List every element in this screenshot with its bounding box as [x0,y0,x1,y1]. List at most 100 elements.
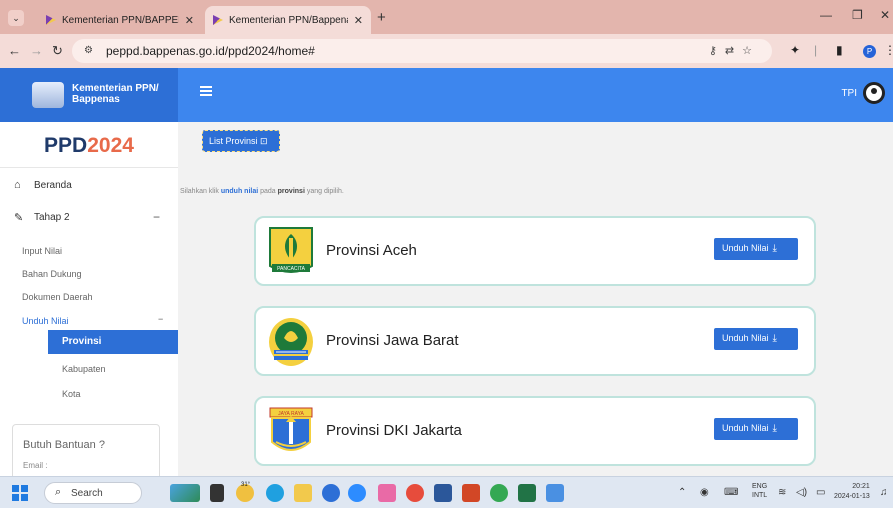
browser-tab-2[interactable]: Kementerian PPN/Bappenas : P ✕ [205,6,371,34]
jawa-barat-emblem-icon [269,318,313,366]
app-header: Kementerian PPN/ Bappenas TPI [0,68,893,122]
sidebar-title: PPD2024 [0,122,178,168]
profile-avatar[interactable]: P [863,45,876,58]
taskbar-search-label: Search [71,488,103,499]
province-card-aceh: PANCACITA Provinsi Aceh Unduh Nilai ⤓ [254,216,816,286]
title-prefix: PPD [44,134,88,157]
sidebar-sub-input-nilai[interactable]: Input Nilai [22,246,62,256]
url-text[interactable]: peppd.bappenas.go.id/ppd2024/home# [106,44,315,58]
sidebar-item-tahap2[interactable]: ✎ Tahap 2 − [0,206,178,231]
close-tab-icon[interactable]: ✕ [354,14,363,27]
browser-toolbar: ← → ↻ ⚙ peppd.bappenas.go.id/ppd2024/hom… [0,34,893,68]
wifi-icon[interactable]: ≋ [778,487,786,498]
tab-search-menu-icon[interactable]: ⌄ [8,10,24,26]
word-icon[interactable] [434,484,452,502]
collapse-icon[interactable]: − [158,314,163,324]
excel-icon[interactable] [518,484,536,502]
hamburger-menu-icon[interactable] [200,86,212,96]
taskbar-search[interactable]: ⌕ Search [44,482,142,504]
site-info-icon[interactable]: ⚙ [84,45,93,56]
sidebar-sub-unduh-nilai[interactable]: Unduh Nilai [22,316,69,326]
reload-icon[interactable]: ↻ [52,43,63,59]
clock-date: 2024-01-13 [834,493,870,500]
browser-menu-icon[interactable]: ⋮ [884,43,893,57]
app-icon[interactable] [322,484,340,502]
omnibox-actions[interactable]: ⚷⇄☆ [709,44,760,57]
minimize-icon[interactable]: — [820,8,832,22]
user-label[interactable]: TPI [841,88,857,99]
keyboard-icon[interactable]: ⌨ [724,487,738,498]
extensions-icon[interactable]: ✦ [790,43,800,57]
language-indicator[interactable]: ENG INTL [752,482,767,500]
close-window-icon[interactable]: ✕ [880,8,890,22]
file-explorer-icon[interactable] [294,484,312,502]
brand-area[interactable]: Kementerian PPN/ Bappenas [0,68,178,122]
zoom-icon[interactable] [348,484,366,502]
side-panel-icon[interactable]: ▮ [836,43,843,57]
list-icon: ⊡ [260,136,268,146]
province-name: Provinsi Aceh [326,242,417,259]
list-provinsi-button[interactable]: List Provinsi ⊡ [202,130,280,152]
back-icon[interactable]: ← [8,43,21,58]
unduh-nilai-button[interactable]: Unduh Nilai ⤓ [714,238,798,260]
chrome-icon[interactable] [406,484,424,502]
province-card-dki-jakarta: JAYA RAYA Provinsi DKI Jakarta Unduh Nil… [254,396,816,466]
help-title: Butuh Bantuan ? [23,439,105,451]
forward-icon[interactable]: → [30,43,43,58]
user-avatar-icon[interactable] [863,82,885,104]
tab-title: Kementerian PPN/Bappenas : P [229,14,348,26]
bappenas-favicon-icon [213,15,223,25]
volume-icon[interactable]: ◁) [796,487,807,498]
unduh-nilai-button[interactable]: Unduh Nilai ⤓ [714,418,798,440]
edge-browser-icon[interactable] [266,484,284,502]
powerpoint-icon[interactable] [462,484,480,502]
sidebar: PPD2024 ⌂ Beranda ✎ Tahap 2 − Input Nila… [0,122,178,476]
new-tab-button[interactable]: + [377,9,386,26]
weather-icon[interactable]: 31° [236,482,254,502]
hint-bold-provinsi: provinsi [277,188,305,195]
unduh-nilai-button[interactable]: Unduh Nilai ⤓ [714,328,798,350]
bookmark-star-icon[interactable]: ☆ [742,45,760,57]
weather-temp: 31° [241,482,251,488]
browser-tab-1[interactable]: Kementerian PPN/BAPPENAS : ✕ [38,6,202,34]
sidebar-sub-dokumen-daerah[interactable]: Dokumen Daerah [22,292,93,302]
lang-top: ENG [752,483,768,490]
brand-name: Kementerian PPN/ Bappenas [72,83,159,105]
system-clock[interactable]: 20:21 2024-01-13 [834,482,870,502]
download-icon: ⤓ [772,333,777,344]
battery-icon[interactable]: ▭ [816,487,825,498]
sidebar-sub-bahan-dukung[interactable]: Bahan Dukung [22,269,82,279]
collapse-icon[interactable]: − [153,210,160,224]
sidebar-sub-kabupaten[interactable]: Kabupaten [62,364,106,374]
translate-icon[interactable]: ⇄ [725,45,742,57]
task-view-icon[interactable] [210,484,224,502]
search-icon: ⌕ [55,486,62,498]
instruction-text: Silahkan klik unduh nilai pada provinsi … [180,188,344,195]
hint-mid: pada [258,188,278,195]
clock-time: 20:21 [852,483,870,490]
windows-start-icon[interactable] [12,485,28,501]
photos-icon[interactable] [546,484,564,502]
hint-suffix: yang dipilih. [304,188,344,195]
hint-bold-unduh: unduh nilai [220,188,259,195]
close-tab-icon[interactable]: ✕ [185,14,194,27]
download-icon: ⤓ [772,243,777,254]
landscape-widget-icon[interactable] [170,484,200,502]
tray-overflow-icon[interactable]: ⌃ [678,487,686,498]
tray-app-icon[interactable]: ◉ [700,487,709,498]
province-name: Provinsi Jawa Barat [326,332,459,349]
sidebar-sub-kota[interactable]: Kota [62,389,81,399]
chrome-profile-icon[interactable] [490,484,508,502]
unduh-label: Unduh Nilai [722,243,769,253]
address-bar[interactable]: ⚙ peppd.bappenas.go.id/ppd2024/home# ⚷⇄☆ [72,39,772,63]
notification-bell-icon[interactable]: ♫ [880,487,888,498]
edit-icon: ✎ [14,212,24,224]
sidebar-sub-provinsi[interactable]: Provinsi [48,330,178,354]
help-email-label: Email : [23,461,48,470]
sidebar-item-beranda[interactable]: ⌂ Beranda [0,174,178,199]
app-pink-icon[interactable] [378,484,396,502]
restore-icon[interactable]: ❐ [852,8,863,22]
sidebar-sub-label: Provinsi [62,336,102,347]
password-key-icon[interactable]: ⚷ [709,45,725,57]
emblem-text: JAYA RAYA [278,411,304,417]
